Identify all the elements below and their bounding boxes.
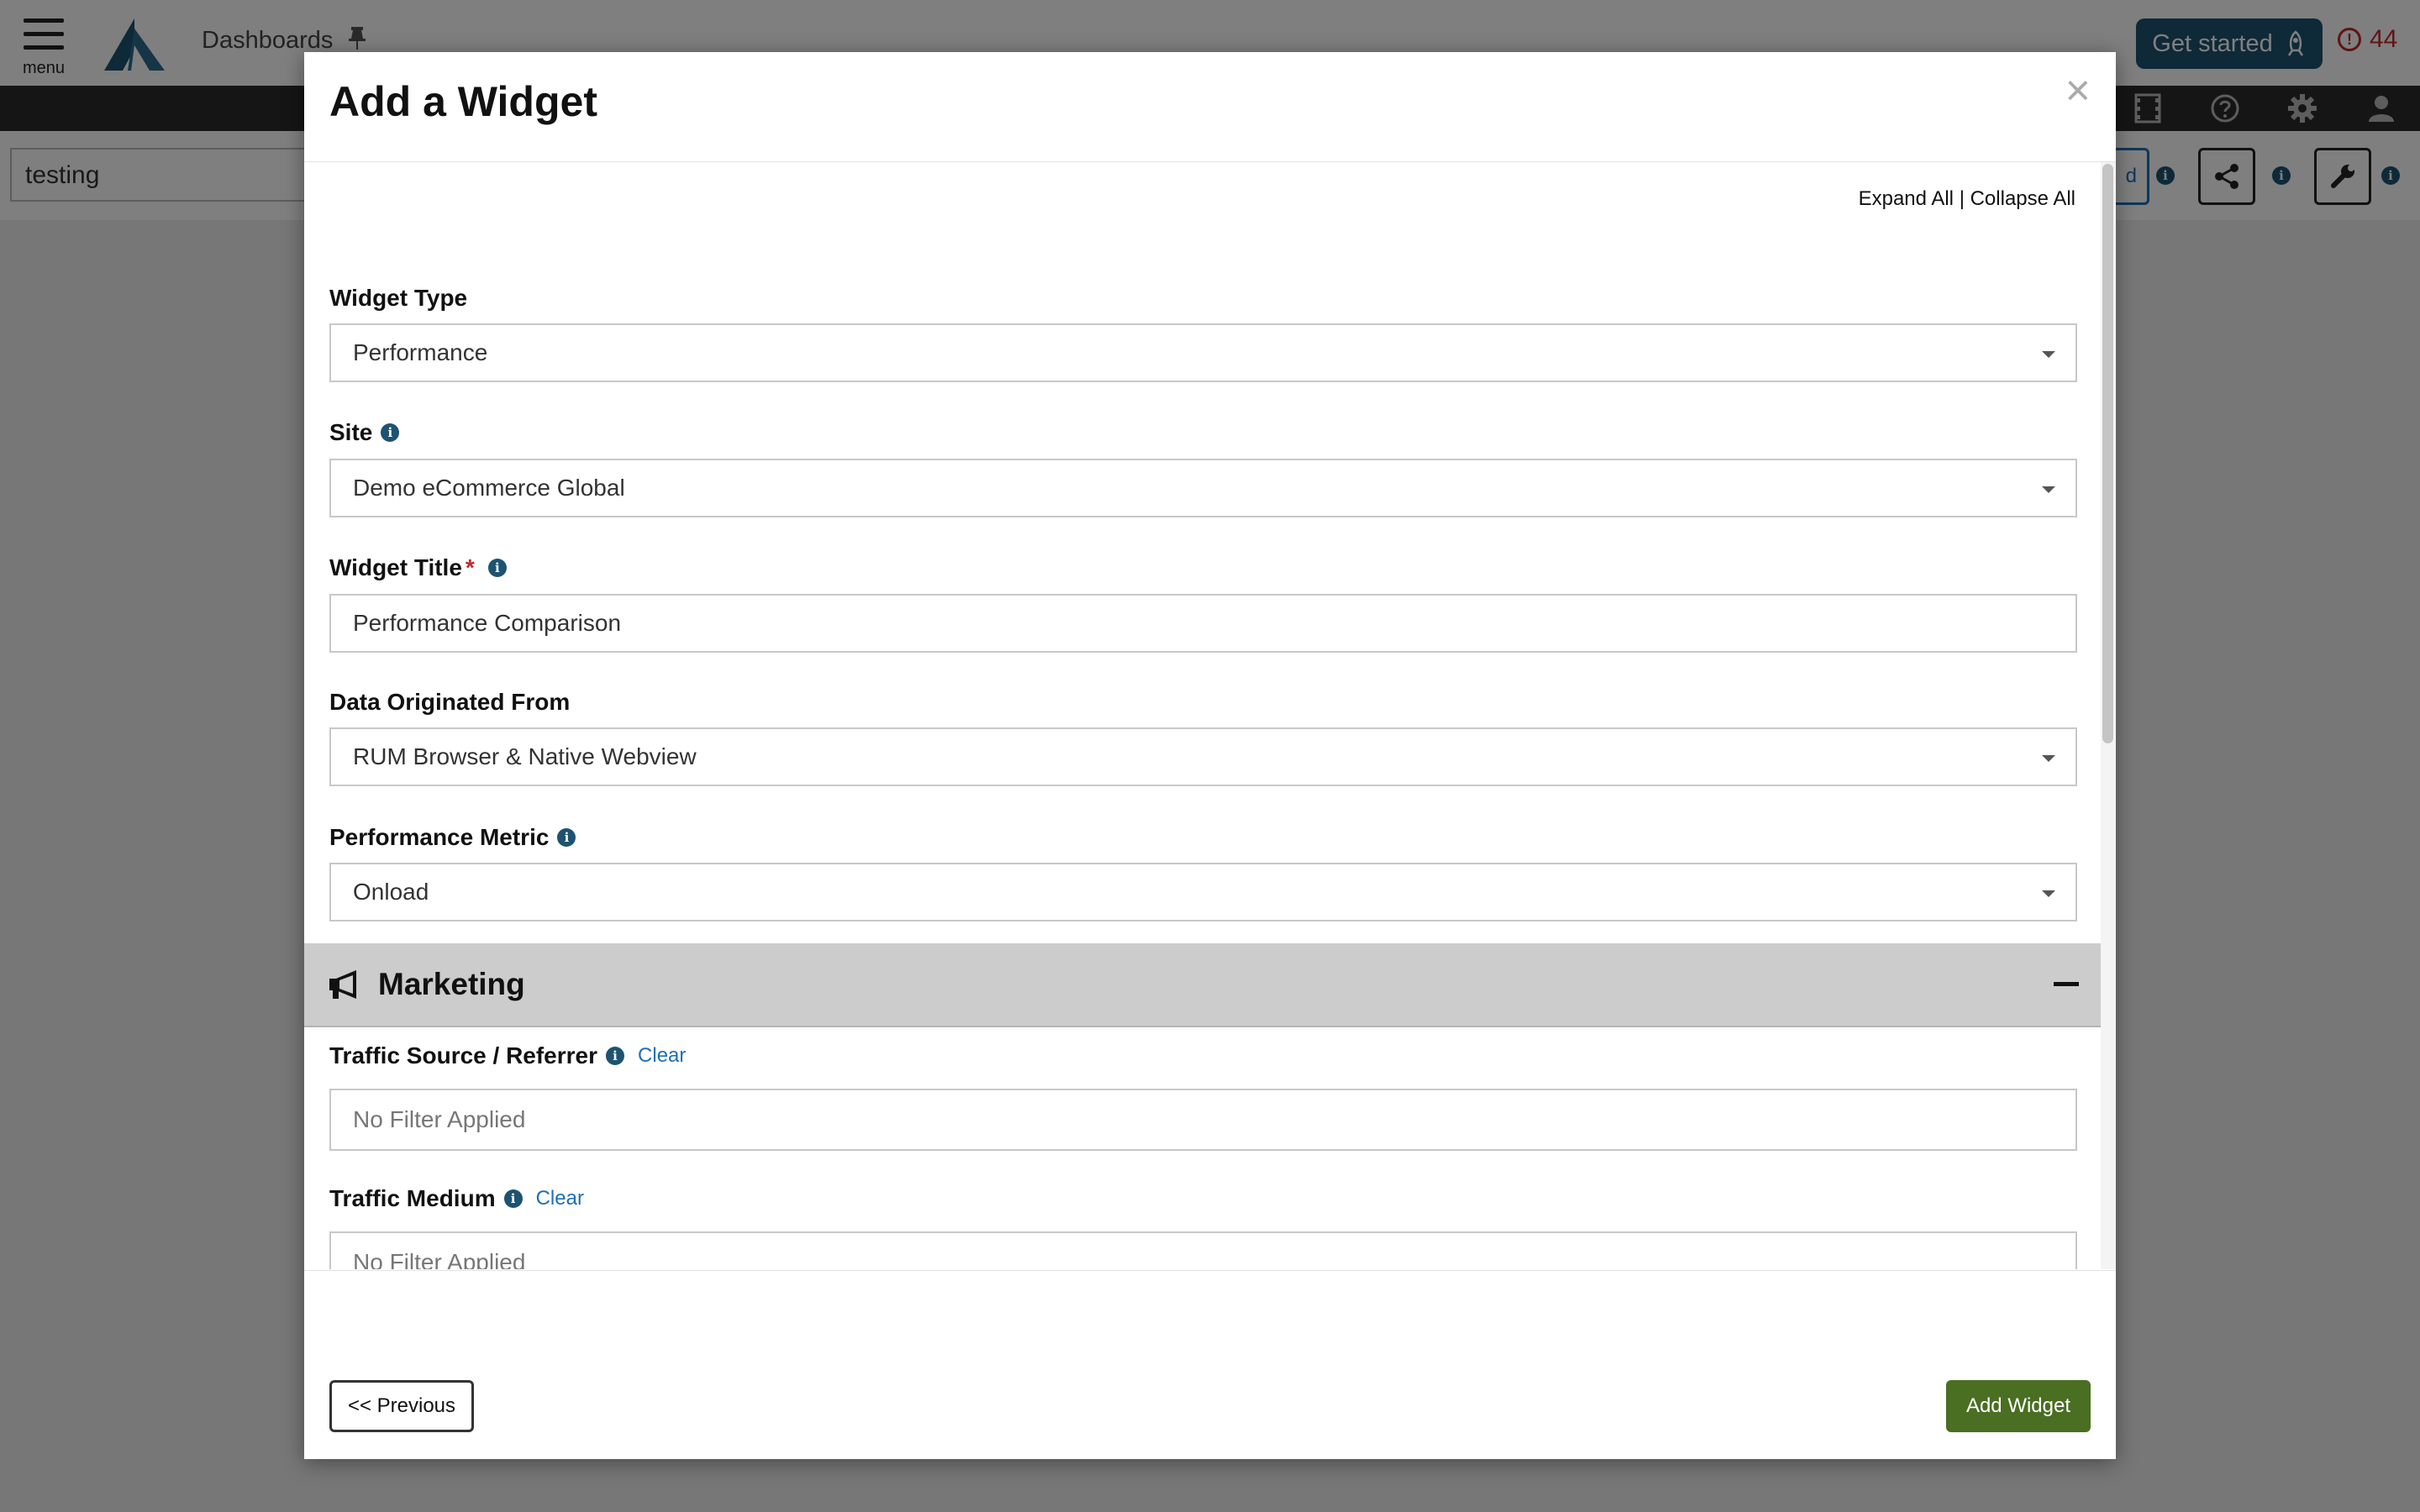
- expand-all-link[interactable]: Expand All: [1859, 187, 1954, 210]
- close-icon[interactable]: ×: [2065, 69, 2091, 113]
- widget-type-label: Widget Type: [329, 285, 467, 312]
- widget-type-label-text: Widget Type: [329, 285, 468, 311]
- widget-title-input[interactable]: Performance Comparison: [329, 594, 2077, 653]
- traffic-source-filter[interactable]: No Filter Applied: [329, 1089, 2077, 1151]
- performance-metric-value: Onload: [353, 879, 429, 905]
- modal-footer: << Previous Add Widget: [304, 1270, 2116, 1460]
- scrollbar-thumb[interactable]: [2102, 164, 2113, 743]
- traffic-medium-clear-link[interactable]: Clear: [536, 1187, 584, 1210]
- data-origin-value: RUM Browser & Native Webview: [353, 743, 697, 769]
- previous-button[interactable]: << Previous: [329, 1380, 474, 1432]
- traffic-source-placeholder: No Filter Applied: [353, 1106, 526, 1132]
- site-select[interactable]: Demo eCommerce Global: [329, 459, 2077, 517]
- modal-scrollbar[interactable]: [2101, 162, 2116, 1269]
- data-origin-label: Data Originated From: [329, 689, 570, 716]
- collapse-all-link[interactable]: Collapse All: [1970, 187, 2075, 210]
- separator: |: [1959, 187, 1965, 210]
- add-widget-modal: Add a Widget × Expand All | Collapse All…: [304, 52, 2116, 1459]
- required-marker: *: [465, 554, 475, 580]
- modal-body: Expand All | Collapse All Widget Type Pe…: [304, 162, 2116, 1269]
- widget-title-label-text: Widget Title: [329, 554, 462, 580]
- info-icon[interactable]: i: [381, 423, 400, 442]
- info-icon[interactable]: i: [503, 1189, 523, 1208]
- site-label: Site i: [329, 419, 400, 446]
- traffic-source-clear-link[interactable]: Clear: [638, 1044, 686, 1068]
- widget-title-value: Performance Comparison: [353, 610, 622, 636]
- widget-type-value: Performance: [353, 339, 488, 365]
- site-value: Demo eCommerce Global: [353, 475, 625, 501]
- marketing-section-title: Marketing: [378, 967, 525, 1001]
- megaphone-icon: [329, 970, 356, 999]
- info-icon[interactable]: i: [557, 828, 576, 847]
- info-icon[interactable]: i: [606, 1047, 625, 1065]
- data-origin-select[interactable]: RUM Browser & Native Webview: [329, 727, 2077, 786]
- traffic-medium-placeholder: No Filter Applied: [353, 1249, 526, 1269]
- modal-title: Add a Widget: [329, 78, 597, 125]
- marketing-section-header[interactable]: Marketing: [304, 943, 2101, 1027]
- widget-type-select[interactable]: Performance: [329, 323, 2077, 382]
- traffic-medium-label-text: Traffic Medium: [329, 1185, 496, 1211]
- performance-metric-label-text: Performance Metric: [329, 824, 550, 850]
- site-label-text: Site: [329, 419, 373, 445]
- traffic-medium-label: Traffic Medium i Clear: [329, 1185, 584, 1212]
- traffic-source-label-text: Traffic Source / Referrer: [329, 1042, 598, 1068]
- modal-header: Add a Widget ×: [304, 52, 2116, 162]
- performance-metric-label: Performance Metric i: [329, 824, 576, 851]
- expand-collapse-controls: Expand All | Collapse All: [1859, 187, 2075, 211]
- data-origin-label-text: Data Originated From: [329, 689, 571, 715]
- traffic-medium-filter[interactable]: No Filter Applied: [329, 1231, 2077, 1269]
- traffic-source-label: Traffic Source / Referrer i Clear: [329, 1042, 686, 1069]
- chevron-down-icon: [2042, 486, 2055, 493]
- add-widget-button[interactable]: Add Widget: [1946, 1380, 2091, 1432]
- chevron-down-icon: [2042, 351, 2055, 358]
- info-icon[interactable]: i: [487, 559, 507, 577]
- chevron-down-icon: [2042, 890, 2055, 897]
- collapse-icon[interactable]: [2054, 982, 2079, 986]
- widget-title-label: Widget Title * i: [329, 554, 507, 581]
- performance-metric-select[interactable]: Onload: [329, 863, 2077, 921]
- chevron-down-icon: [2042, 755, 2055, 762]
